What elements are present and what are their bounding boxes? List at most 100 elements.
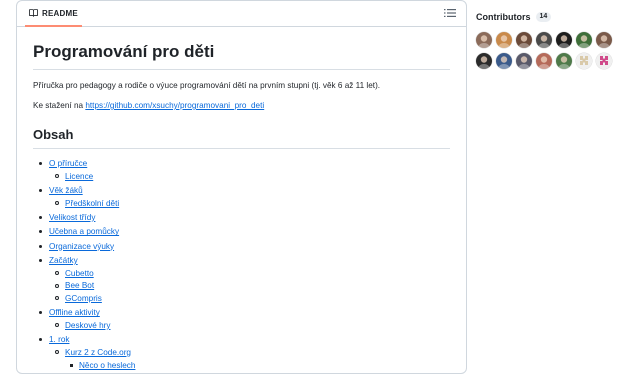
toc-subitem: Licence	[49, 171, 450, 182]
toc-item: Organizace výuky	[33, 241, 450, 252]
toc-sublink[interactable]: Bee Bot	[65, 281, 94, 290]
avatar-photo-icon	[476, 53, 492, 69]
bullet-circle	[55, 296, 59, 301]
toc-link[interactable]: 1. rok	[49, 335, 69, 344]
avatar-photo-icon	[516, 53, 532, 69]
bullet-circle	[55, 271, 59, 276]
bullet-circle	[55, 350, 59, 355]
repo-link[interactable]: https://github.com/xsuchy/programovani_p…	[85, 101, 264, 110]
contributor-avatar[interactable]	[476, 32, 492, 48]
download-prefix: Ke stažení na	[33, 101, 86, 110]
readme-tab-label: README	[42, 8, 78, 18]
avatar-identicon-icon	[596, 53, 612, 69]
toc-item: Učebna a pomůcky	[33, 226, 450, 237]
toc-subitem: GCompris	[49, 293, 450, 304]
toc-link[interactable]: Začátky	[49, 256, 78, 265]
toc-sublink[interactable]: Deskové hry	[65, 321, 111, 330]
toc-subsublist: Něco o heslech	[65, 360, 450, 371]
toc-sublink[interactable]: Kurz 2 z Code.org	[65, 348, 131, 357]
toc-subsubitem: Něco o heslech	[65, 360, 450, 371]
bullet-circle	[55, 283, 59, 288]
contributor-avatar[interactable]	[496, 53, 512, 69]
toc-subitem: Bee Bot	[49, 280, 450, 291]
avatar-photo-icon	[536, 32, 552, 48]
contributors-header[interactable]: Contributors 14	[476, 12, 626, 22]
avatar-photo-icon	[596, 32, 612, 48]
contributors-avatar-grid	[476, 32, 626, 69]
readme-panel: README Programování pro děti Příručka pr…	[16, 0, 467, 374]
avatar-photo-icon	[556, 32, 572, 48]
toc-item: Offline aktivity Deskové hry	[33, 307, 450, 331]
contributor-avatar[interactable]	[516, 53, 532, 69]
avatar-photo-icon	[576, 32, 592, 48]
avatar-photo-icon	[536, 53, 552, 69]
readme-content: Programování pro děti Příručka pro pedag…	[33, 41, 450, 373]
bullet-circle	[55, 201, 59, 206]
contributor-avatar[interactable]	[556, 32, 572, 48]
download-paragraph: Ke stažení na https://github.com/xsuchy/…	[33, 100, 450, 112]
toc-link[interactable]: Offline aktivity	[49, 308, 100, 317]
toc-sublist: Kurz 2 z Code.org Něco o heslech	[49, 347, 450, 371]
bullet-disc	[39, 338, 42, 342]
contributor-avatar[interactable]	[576, 32, 592, 48]
avatar-identicon-icon	[576, 53, 592, 69]
toc-sublink[interactable]: Licence	[65, 172, 93, 181]
toc-link[interactable]: Velikost třídy	[49, 213, 95, 222]
toc-subitem: Deskové hry	[49, 320, 450, 331]
toc-subitem: Kurz 2 z Code.org Něco o heslech	[49, 347, 450, 371]
bullet-disc	[39, 311, 42, 315]
toc-item: Velikost třídy	[33, 212, 450, 223]
bullet-square	[70, 363, 73, 367]
bullet-disc	[39, 162, 42, 165]
avatar-photo-icon	[516, 32, 532, 48]
bullet-circle	[55, 174, 59, 179]
toc-sublist: Licence	[49, 171, 450, 182]
contributor-avatar[interactable]	[516, 32, 532, 48]
avatar-photo-icon	[496, 53, 512, 69]
contributors-label: Contributors	[476, 12, 531, 22]
toc-sublist: Předškolní děti	[49, 198, 450, 209]
toc-heading: Obsah	[33, 126, 450, 149]
sidebar: Contributors 14	[476, 12, 626, 69]
book-icon	[29, 9, 38, 17]
toc-sublink[interactable]: Cubetto	[65, 269, 94, 278]
toc-subitem: Cubetto	[49, 268, 450, 279]
table-of-contents: O příručce Licence Věk žáků Předškolní děti…	[33, 158, 450, 371]
contributor-avatar[interactable]	[596, 53, 612, 69]
bullet-disc	[39, 244, 42, 248]
toc-link[interactable]: O příručce	[49, 159, 87, 168]
toc-subitem: Předškolní děti	[49, 198, 450, 209]
bullet-disc	[39, 215, 42, 219]
contributor-avatar[interactable]	[476, 53, 492, 69]
toc-sublink[interactable]: GCompris	[65, 294, 102, 303]
avatar-photo-icon	[476, 32, 492, 48]
toc-item: O příručce Licence	[33, 158, 450, 182]
contributor-avatar[interactable]	[576, 53, 592, 69]
page-title: Programování pro děti	[33, 41, 450, 70]
bullet-disc	[39, 188, 42, 192]
toc-sublist: Cubetto Bee Bot GCompris	[49, 268, 450, 304]
contributor-avatar[interactable]	[556, 53, 572, 69]
toc-sublink[interactable]: Předškolní děti	[65, 199, 119, 208]
avatar-photo-icon	[496, 32, 512, 48]
contributor-avatar[interactable]	[596, 32, 612, 48]
outline-list-icon[interactable]	[444, 8, 456, 18]
contributors-count-badge: 14	[535, 12, 552, 22]
toc-link[interactable]: Učebna a pomůcky	[49, 227, 119, 236]
toc-link[interactable]: Věk žáků	[49, 186, 83, 195]
readme-tab[interactable]: README	[25, 1, 82, 27]
bullet-disc	[39, 230, 42, 234]
contributor-avatar[interactable]	[536, 53, 552, 69]
toc-sublist: Deskové hry	[49, 320, 450, 331]
toc-item: 1. rok Kurz 2 z Code.org Něco o heslech	[33, 334, 450, 370]
bullet-circle	[55, 323, 59, 328]
contributor-avatar[interactable]	[536, 32, 552, 48]
toc-item: Věk žáků Předškolní děti	[33, 185, 450, 209]
description-text: Příručka pro pedagogy a rodiče o výuce p…	[33, 81, 381, 90]
avatar-photo-icon	[556, 53, 572, 69]
contributor-avatar[interactable]	[496, 32, 512, 48]
readme-header: README	[17, 1, 466, 27]
toc-link[interactable]: Organizace výuky	[49, 242, 114, 251]
bullet-disc	[39, 258, 42, 262]
toc-subsublink[interactable]: Něco o heslech	[79, 361, 135, 370]
